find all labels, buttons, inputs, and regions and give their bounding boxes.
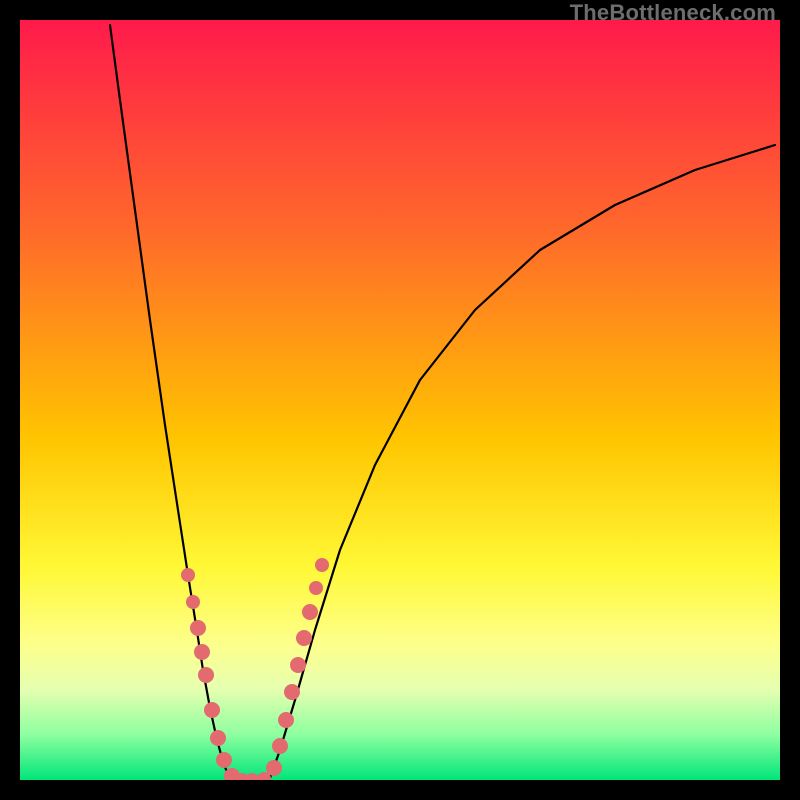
marker-point	[190, 620, 206, 636]
highlight-markers	[181, 558, 329, 780]
marker-point	[198, 667, 214, 683]
marker-point	[315, 558, 329, 572]
marker-point	[278, 712, 294, 728]
marker-point	[210, 730, 226, 746]
marker-point	[309, 581, 323, 595]
chart-area	[20, 20, 780, 780]
marker-point	[186, 595, 200, 609]
marker-point	[181, 568, 195, 582]
bottleneck-curve	[110, 25, 775, 780]
marker-point	[284, 684, 300, 700]
marker-point	[272, 738, 288, 754]
marker-point	[302, 604, 318, 620]
bottleneck-curve-plot	[20, 20, 780, 780]
marker-point	[245, 773, 259, 780]
watermark-label: TheBottleneck.com	[570, 0, 776, 26]
marker-point	[216, 752, 232, 768]
marker-point	[204, 702, 220, 718]
marker-point	[290, 657, 306, 673]
marker-point	[296, 630, 312, 646]
marker-point	[194, 644, 210, 660]
marker-point	[266, 760, 282, 776]
